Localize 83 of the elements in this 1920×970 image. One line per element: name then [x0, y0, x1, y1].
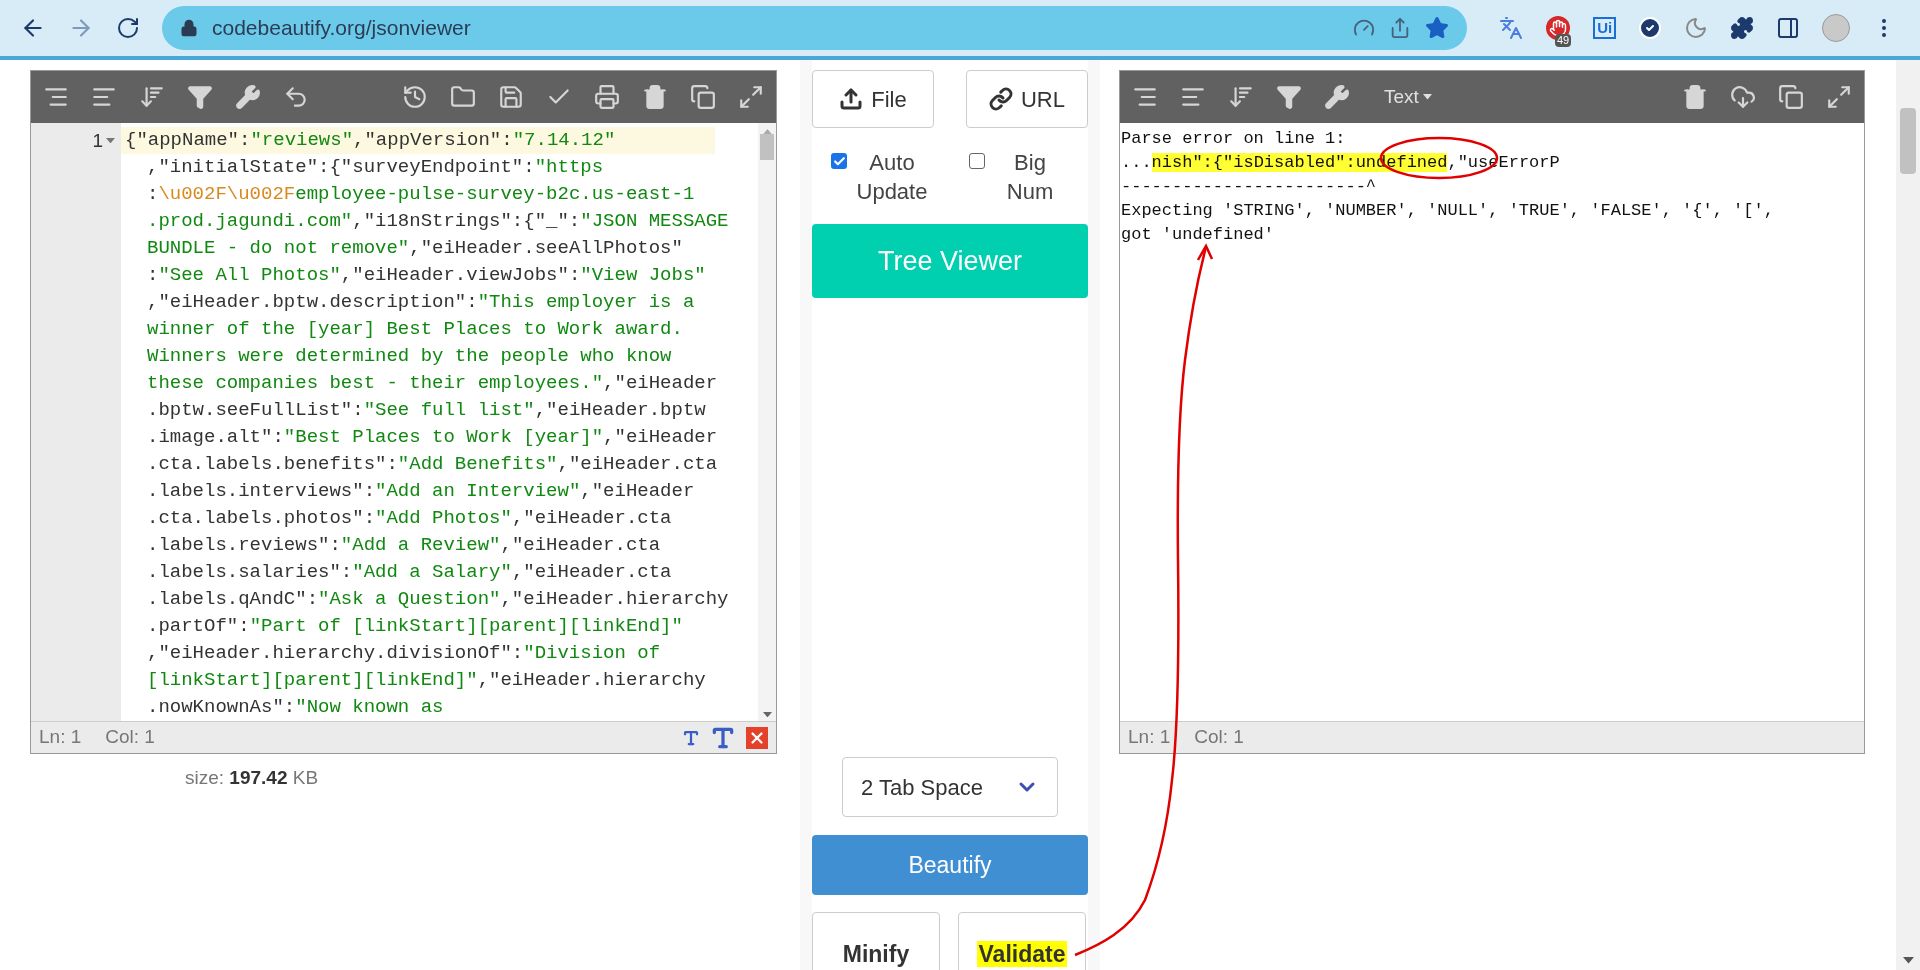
line-number: 1 [92, 129, 103, 153]
cloud-download-icon[interactable] [1730, 84, 1756, 110]
extensions-icon[interactable] [1730, 16, 1755, 40]
copy-icon[interactable] [1778, 84, 1804, 110]
column-indicator: Col: 1 [1194, 725, 1244, 750]
moon-icon[interactable] [1684, 16, 1709, 40]
sort-icon[interactable] [139, 84, 165, 110]
code-line: .labels.qAndC":"Ask a Question","eiHeader.hierarchy [146, 587, 729, 612]
action-button[interactable]: Validate [958, 912, 1086, 970]
folder-icon[interactable] [450, 84, 476, 110]
checkbox-label[interactable]: Auto Update [853, 148, 931, 206]
code-line: .partOf":"Part of [linkStart][parent][linkEnd]" [146, 614, 683, 639]
code-line: these companies best - their employees.","eiHeader [146, 371, 718, 396]
output-line: ------------------------^ [1121, 176, 1377, 198]
sort-icon[interactable] [1228, 84, 1254, 110]
code-line: .labels.interviews":"Add an Interview","eiHeader [146, 479, 695, 504]
close-icon[interactable] [746, 726, 768, 749]
scroll-down-icon[interactable] [1902, 957, 1914, 964]
caret-icon[interactable] [1422, 94, 1432, 100]
expand-icon[interactable] [1826, 84, 1852, 110]
history-icon[interactable] [402, 84, 428, 110]
code-line: ,"eiHeader.hierarchy.divisionOf":"Division of [146, 641, 661, 666]
code-line: .labels.salaries":"Add a Salary","eiHeader.cta [146, 560, 672, 585]
code-line: ,"initialState":{"surveyEndpoint":"https [146, 155, 604, 180]
reload-icon[interactable] [116, 16, 140, 40]
scrollbar-thumb[interactable] [1900, 108, 1916, 174]
filter-icon[interactable] [187, 84, 213, 110]
column-indicator: Col: 1 [105, 725, 155, 750]
check-circle-icon[interactable] [1638, 16, 1663, 40]
scrollbar-thumb[interactable] [760, 134, 774, 161]
link-icon [989, 87, 1013, 111]
share-icon[interactable] [1389, 17, 1411, 39]
code-line: .cta.labels.benefits":"Add Benefits","eiHeader.cta [146, 452, 718, 477]
lock-icon [180, 19, 198, 37]
save-icon[interactable] [498, 84, 524, 110]
undo-icon[interactable] [283, 84, 309, 110]
code-line: .cta.labels.photos":"Add Photos","eiHeader.cta [146, 506, 672, 531]
output-line: got 'undefined' [1121, 224, 1275, 246]
trash-icon[interactable] [1682, 84, 1708, 110]
scroll-down-icon[interactable] [762, 711, 772, 717]
wrench-icon[interactable] [1324, 84, 1350, 110]
code-line: :\u002F\u002Femployee-pulse-survey-b2c.us-east-1 [146, 182, 695, 207]
small-text-icon[interactable] [682, 728, 700, 747]
code-line: winner of the [year] Best Places to Work award. [146, 317, 683, 342]
translate-icon[interactable] [1499, 16, 1523, 40]
trash-icon[interactable] [642, 84, 668, 110]
code-line: BUNDLE - do not remove","eiHeader.seeAllPhotos" [146, 236, 683, 261]
wrench-icon[interactable] [235, 84, 261, 110]
code-line: .prod.jagundi.com","i18nStrings":{"_":"JSON MESSAGE [146, 209, 729, 234]
code-line: :"See All Photos","eiHeader.viewJobs":"View Jobs" [146, 263, 706, 288]
file-button[interactable]: File [812, 70, 934, 128]
bookmark-star-icon[interactable] [1425, 16, 1449, 40]
line-indicator: Ln: 1 [1128, 725, 1171, 750]
line-indicator: Ln: 1 [39, 725, 82, 750]
scrollbar[interactable] [758, 123, 776, 721]
code-line: .nowKnownAs":"Now known as [146, 695, 444, 720]
url-text: codebeautify.org/jsonviewer [212, 15, 471, 42]
code-line: Winners were determined by the people who know [146, 344, 672, 369]
expand-icon[interactable] [738, 84, 764, 110]
url-button[interactable]: URL [966, 70, 1088, 128]
code-line: ,"eiHeader.bptw.description":"This employer is a [146, 290, 695, 315]
filter-icon[interactable] [1276, 84, 1302, 110]
side-panel-icon[interactable] [1776, 16, 1801, 40]
upload-icon [839, 87, 864, 111]
fold-caret-icon[interactable] [106, 137, 115, 144]
checkbox-label[interactable]: Big Num [991, 148, 1069, 206]
code-line: .labels.reviews":"Add a Review","eiHeader.cta [146, 533, 661, 558]
code-line: .image.alt":"Best Places to Work [year]","eiHeader [146, 425, 718, 450]
action-button[interactable]: Minify [812, 912, 940, 970]
print-icon[interactable] [594, 84, 620, 110]
checkbox[interactable] [969, 153, 985, 169]
output-line: Expecting 'STRING', 'NUMBER', 'NULL', 'TRUE', 'FALSE', '{', '[', [1121, 200, 1774, 222]
output-line: Parse error on line 1: [1121, 128, 1346, 150]
code-line: [linkStart][parent][linkEnd]","eiHeader.hierarchy [146, 668, 706, 693]
checkbox[interactable] [831, 153, 847, 169]
code-line: .bptw.seeFullList":"See full list","eiHeader.bptw [146, 398, 706, 423]
indent-select[interactable]: 2 Tab Space [842, 757, 1058, 817]
extension-icon[interactable]: Ui [1593, 17, 1617, 39]
copy-icon[interactable] [690, 84, 716, 110]
address-bar[interactable]: codebeautify.org/jsonviewer [162, 6, 1467, 50]
size-text: size: 197.42 KB [185, 766, 320, 790]
page-scrollbar[interactable] [1896, 60, 1920, 970]
mode-dropdown[interactable]: Text [1384, 82, 1432, 112]
